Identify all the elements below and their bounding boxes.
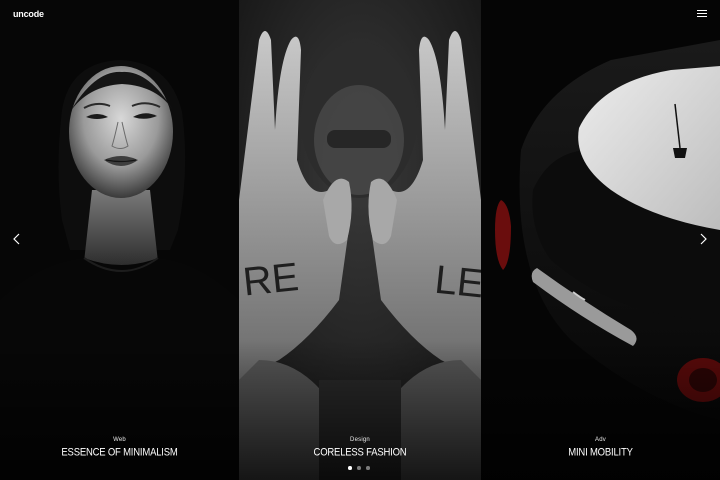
slide-category: Design (350, 437, 370, 443)
brand-logo[interactable]: uncode (13, 9, 44, 19)
slide-caption[interactable]: Adv MINI MOBILITY (481, 437, 720, 459)
slide-title[interactable]: ESSENCE OF MINIMALISM (0, 446, 239, 458)
slide-category: Web (113, 437, 126, 443)
slide-category: Adv (595, 437, 606, 443)
caption-shade (481, 340, 720, 480)
portfolio-carousel: Web ESSENCE OF MINIMALISM RE LE Design C… (0, 0, 720, 480)
svg-text:LE: LE (433, 258, 481, 307)
slide-coreless-fashion[interactable]: RE LE Design CORELESS FASHION (239, 0, 481, 480)
slide-caption[interactable]: Web ESSENCE OF MINIMALISM (0, 437, 239, 459)
slide-title[interactable]: CORELESS FASHION (239, 446, 481, 458)
pagination-dot[interactable] (348, 466, 352, 470)
svg-text:RE: RE (241, 255, 301, 305)
slide-title[interactable]: MINI MOBILITY (481, 446, 720, 458)
chevron-right-icon[interactable] (697, 232, 709, 246)
slide-mini-mobility[interactable]: Adv MINI MOBILITY (481, 0, 720, 480)
pagination-dot[interactable] (357, 466, 361, 470)
slide-essence-of-minimalism[interactable]: Web ESSENCE OF MINIMALISM (0, 0, 239, 480)
hamburger-menu-icon[interactable] (697, 10, 707, 18)
pagination-dot[interactable] (366, 466, 370, 470)
slide-caption[interactable]: Design CORELESS FASHION (239, 437, 481, 459)
chevron-left-icon[interactable] (11, 232, 23, 246)
caption-shade (0, 340, 239, 480)
caption-shade (239, 340, 481, 480)
